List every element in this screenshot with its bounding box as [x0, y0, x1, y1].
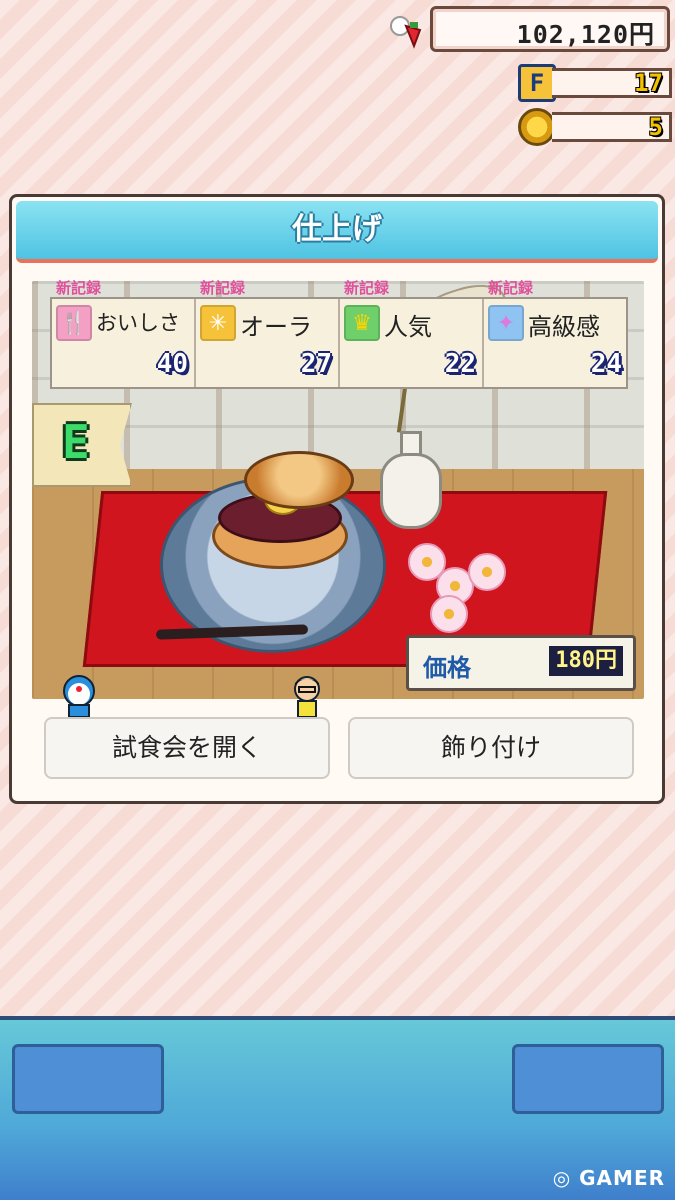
- open-tasting-button[interactable]: 試食会を開く: [44, 717, 330, 779]
- finishing-panel: 仕上げ 新記録 🍴 おいしさ 40 新記録 ✳ オーラ 27 新記録 ♛ 人気 …: [9, 194, 665, 804]
- bottom-right-button[interactable]: [512, 1044, 664, 1114]
- money-value: 102,120円: [516, 20, 655, 49]
- new-record-label: 新記録: [488, 279, 534, 297]
- rank-letter: E: [62, 415, 90, 469]
- nobita-icon: [294, 676, 320, 718]
- stat-taste: 新記録 🍴 おいしさ 40: [52, 279, 196, 387]
- strawberry-icon: [390, 16, 422, 49]
- new-record-label: 新記録: [200, 279, 246, 297]
- price-value: 180円: [549, 646, 623, 676]
- stars-icon: ✦: [488, 305, 524, 341]
- sakura-flower: [468, 553, 506, 591]
- stat-label: 高級感: [528, 313, 600, 341]
- decorate-button[interactable]: 飾り付け: [348, 717, 634, 779]
- doraemon-icon: [63, 675, 95, 718]
- coin-display: 5: [518, 108, 672, 146]
- new-record-label: 新記録: [344, 279, 390, 297]
- sparkle-icon: ✳: [200, 305, 236, 341]
- f-points-value: 17: [552, 68, 672, 98]
- panel-title: 仕上げ: [292, 212, 382, 247]
- coin-icon: [518, 108, 556, 146]
- stat-value: 27: [300, 349, 332, 379]
- stat-popularity: 新記録 ♛ 人気 22: [340, 279, 484, 387]
- crown-icon: ♛: [344, 305, 380, 341]
- watermark-icon: ◎: [552, 1166, 580, 1190]
- panel-header: 仕上げ: [16, 201, 658, 263]
- price-box: 価格 180円: [406, 635, 636, 691]
- sakura-flower: [430, 595, 468, 633]
- rank-tag: E: [32, 403, 132, 487]
- price-label: 価格: [423, 654, 471, 682]
- money-display: 102,120円: [430, 6, 670, 52]
- stat-value: 22: [444, 349, 476, 379]
- bottom-left-button[interactable]: [12, 1044, 164, 1114]
- stat-aura: 新記録 ✳ オーラ 27: [196, 279, 340, 387]
- f-points-display: F 17: [518, 64, 672, 102]
- new-record-label: 新記録: [56, 279, 102, 297]
- dorayaki-top: [244, 451, 354, 509]
- stat-label: 人気: [384, 313, 432, 341]
- watermark-text: GAMER: [579, 1166, 665, 1190]
- dish-stats: 新記録 🍴 おいしさ 40 新記録 ✳ オーラ 27 新記録 ♛ 人気 22 新…: [50, 279, 628, 389]
- coin-value: 5: [552, 112, 672, 142]
- stat-value: 40: [156, 349, 188, 379]
- vase: [380, 453, 442, 529]
- stat-luxury: 新記録 ✦ 高級感 24: [484, 279, 628, 387]
- stat-label: オーラ: [240, 313, 312, 341]
- stat-label: おいしさ: [96, 311, 180, 335]
- watermark: ◎ GAMER: [553, 1166, 665, 1190]
- fork-spoon-icon: 🍴: [56, 305, 92, 341]
- stat-value: 24: [590, 349, 622, 379]
- f-badge-icon: F: [518, 64, 556, 102]
